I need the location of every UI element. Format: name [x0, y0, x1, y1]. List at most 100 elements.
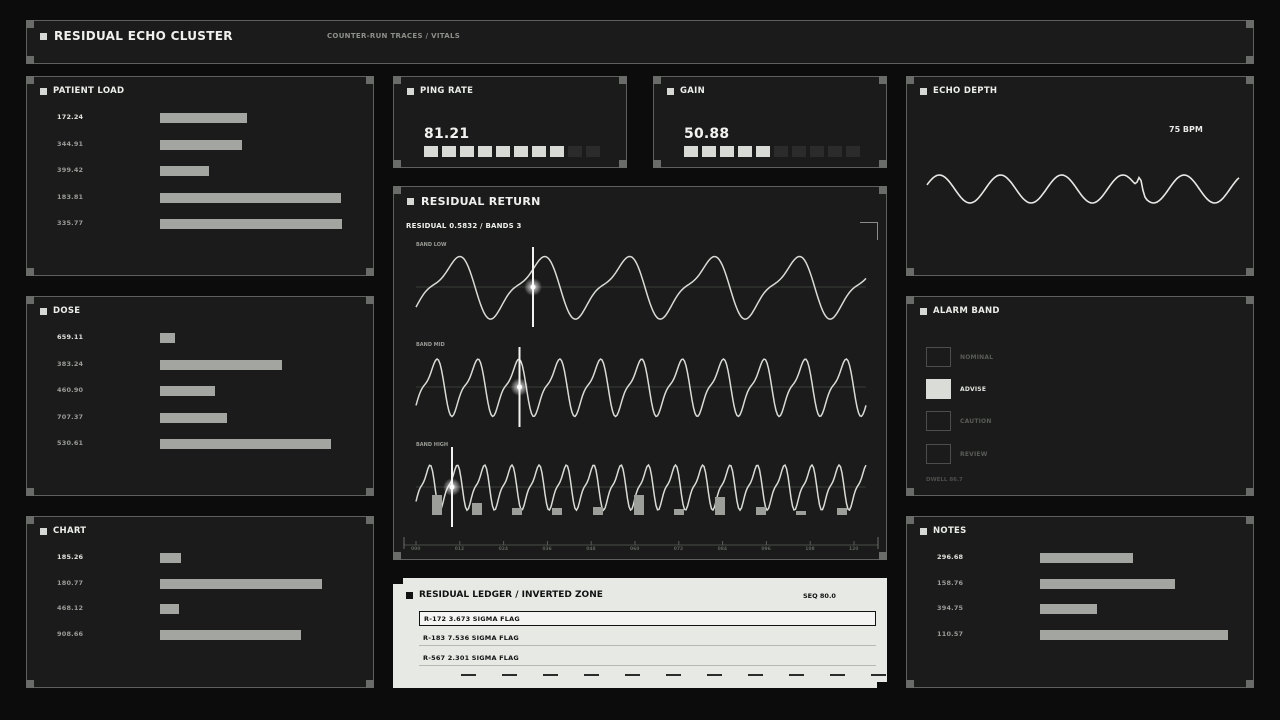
bar-value-label: 344.91: [57, 139, 84, 148]
ledger-row[interactable]: R-172 3.673 SIGMA FLAG: [419, 611, 876, 626]
square-icon: [40, 527, 47, 535]
scroll-dash: [789, 674, 804, 676]
bar-fill: [160, 139, 242, 150]
histogram-block: [634, 495, 644, 515]
alarm-band-title-text: ALARM BAND: [933, 306, 1000, 316]
bar-row: 707.37: [27, 412, 373, 425]
bar-row: 158.76: [907, 578, 1253, 591]
axis-tick-label: 024: [498, 547, 508, 552]
chart-title-text: CHART: [53, 526, 87, 536]
alarm-label: REVIEW: [960, 450, 988, 458]
notes-panel: NOTES 296.68 158.76 394.75 110.57: [906, 516, 1254, 688]
bar-track: [160, 139, 350, 150]
axis-tick-label: 000: [411, 547, 421, 552]
bar-row: 530.61: [27, 439, 373, 451]
ledger-title-text: RESIDUAL LEDGER / INVERTED ZONE: [419, 590, 603, 600]
ledger-row[interactable]: R-567 2.301 SIGMA FLAG: [419, 651, 876, 666]
axis-tick-label: 096: [761, 547, 771, 552]
bar-value-label: 707.37: [57, 412, 84, 421]
bar-row: 172.24: [27, 113, 373, 125]
histogram-block: [837, 508, 847, 515]
notes-title-text: NOTES: [933, 526, 967, 536]
alarm-checkbox[interactable]: [926, 444, 951, 464]
bar-track: [160, 578, 350, 589]
histogram-block: [552, 508, 562, 515]
bar-row: 460.90: [27, 386, 373, 398]
bar-track: [1040, 578, 1230, 589]
ledger-scroll-dashes: [461, 674, 886, 676]
bar-row: 180.77: [27, 578, 373, 591]
square-icon: [920, 87, 927, 95]
axis-tick-label: 048: [586, 547, 596, 552]
alarm-option-review[interactable]: REVIEW: [926, 444, 988, 464]
dwell-readout: DWELL 86.7: [926, 477, 963, 483]
bar-row: 183.81: [27, 192, 373, 205]
echo-depth-title-text: ECHO DEPTH: [933, 86, 998, 96]
bar-value-label: 183.81: [57, 192, 84, 201]
gain-title: GAIN: [667, 86, 705, 96]
bar-row: 394.75: [907, 604, 1253, 616]
patient-load-title-text: PATIENT LOAD: [53, 86, 125, 96]
bar-fill: [160, 386, 216, 396]
bar-value-label: 296.68: [937, 553, 964, 561]
ping-rate-panel: PING RATE 81.21: [393, 76, 627, 168]
residual-ledger: RESIDUAL LEDGER / INVERTED ZONE SEQ 80.0…: [393, 578, 887, 688]
meter-segment: [774, 146, 788, 157]
bar-track: [160, 604, 350, 615]
bar-row: 468.12: [27, 604, 373, 616]
alarm-checkbox[interactable]: [926, 347, 951, 367]
meter-segment: [810, 146, 824, 157]
scroll-dash: [707, 674, 722, 676]
square-icon: [407, 87, 414, 95]
residual-traces: [403, 247, 879, 549]
app-subtitle: COUNTER-RUN TRACES / VITALS: [327, 32, 461, 40]
meter-segment: [684, 146, 698, 157]
histogram-block: [472, 503, 482, 515]
residual-return-panel: RESIDUAL RETURN RESIDUAL 0.5832 / BANDS …: [393, 186, 887, 560]
bar-fill: [160, 219, 343, 229]
echo-depth-waveform: [926, 174, 1240, 204]
ledger-title: RESIDUAL LEDGER / INVERTED ZONE: [406, 590, 603, 600]
axis-tick-label: 120: [849, 547, 859, 552]
bar-track: [1040, 630, 1230, 641]
alarm-option-nominal[interactable]: NOMINAL: [926, 347, 993, 367]
bar-value-label: 180.77: [57, 578, 84, 587]
meter-segment: [702, 146, 716, 157]
ping-rate-title: PING RATE: [407, 86, 473, 96]
scroll-dash: [748, 674, 763, 676]
alarm-option-advise[interactable]: ADVISE: [926, 379, 986, 399]
ledger-row[interactable]: R-183 7.536 SIGMA FLAG: [419, 631, 876, 646]
bar-fill: [160, 412, 227, 423]
bar-fill: [1040, 604, 1097, 615]
histogram-block: [432, 495, 442, 515]
band-trace: [415, 255, 867, 320]
bar-fill: [160, 359, 282, 370]
axis-tick-label: 108: [805, 547, 815, 552]
alarm-checkbox[interactable]: [926, 379, 951, 399]
alarm-checkbox[interactable]: [926, 411, 951, 431]
bar-fill: [160, 578, 322, 589]
square-icon: [667, 87, 674, 95]
echo-depth-rate: 75 BPM: [1169, 125, 1203, 134]
bar-value-label: 659.11: [57, 333, 84, 341]
bar-fill: [160, 630, 301, 641]
echo-wave-trace: [926, 174, 1240, 204]
meter-segment: [756, 146, 770, 157]
bar-fill: [160, 604, 179, 615]
scroll-dash: [461, 674, 476, 676]
bar-value-label: 172.24: [57, 113, 84, 121]
bar-value-label: 110.57: [937, 630, 964, 639]
app-title-text: RESIDUAL ECHO CLUSTER: [54, 29, 233, 43]
bar-track: [160, 553, 350, 563]
bar-fill: [160, 166, 210, 176]
alarm-label: NOMINAL: [960, 353, 994, 361]
alarm-option-caution[interactable]: CAUTION: [926, 411, 992, 431]
meter-segment: [792, 146, 806, 157]
bar-track: [160, 412, 350, 423]
meter-segment: [514, 146, 528, 157]
histogram-block: [512, 508, 522, 515]
meter-segment: [828, 146, 842, 157]
bar-value-label: 394.75: [937, 604, 964, 613]
bar-track: [160, 166, 350, 176]
scroll-dash: [830, 674, 845, 676]
